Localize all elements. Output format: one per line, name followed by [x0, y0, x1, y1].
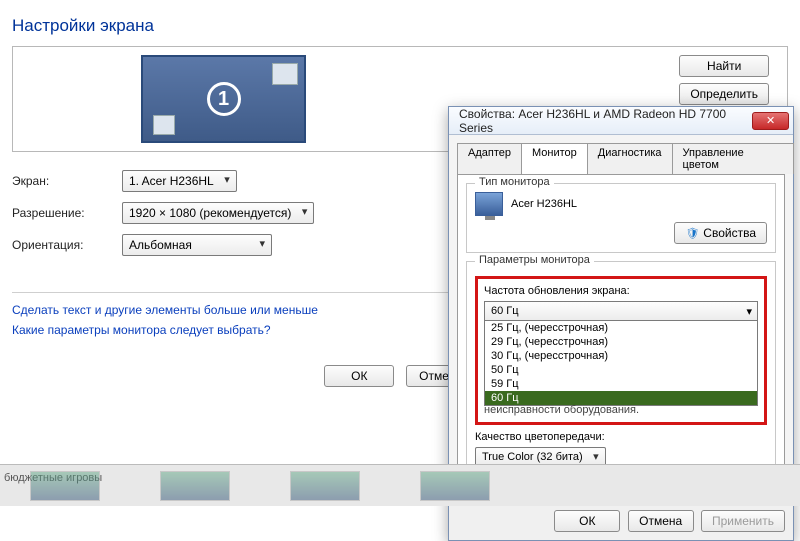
screen-select[interactable]: 1. Acer H236HL: [122, 170, 237, 192]
monitor-name: Acer H236HL: [511, 198, 577, 210]
color-quality-value: True Color (32 бита): [482, 451, 583, 463]
preview-window-icon: [272, 63, 298, 85]
resolution-label: Разрешение:: [12, 206, 122, 220]
monitor-properties-button[interactable]: 🛡 Свойства: [674, 222, 767, 244]
tab-monitor[interactable]: Монитор: [521, 143, 588, 174]
dialog-ok-button[interactable]: ОК: [554, 510, 620, 532]
close-icon[interactable]: ✕: [752, 112, 789, 130]
footer-thumb: [160, 471, 230, 501]
refresh-rate-option[interactable]: 25 Гц, (чересстрочная): [485, 321, 757, 335]
monitor-preview[interactable]: 1: [141, 55, 306, 143]
footer-thumb: [420, 471, 490, 501]
page-title: Настройки экрана: [12, 16, 800, 36]
color-quality-label: Качество цветопередачи:: [475, 431, 767, 443]
refresh-rate-value: 60 Гц: [491, 305, 519, 317]
refresh-rate-dropdown: 25 Гц, (чересстрочная) 29 Гц, (чересстро…: [484, 321, 758, 406]
monitor-icon: [475, 192, 503, 216]
tab-adapter[interactable]: Адаптер: [457, 143, 522, 174]
highlight-box: Частота обновления экрана: 60 Гц 25 Гц, …: [475, 276, 767, 425]
dialog-cancel-button[interactable]: Отмена: [628, 510, 694, 532]
refresh-rate-select[interactable]: 60 Гц: [484, 301, 758, 321]
dialog-apply-button: Применить: [701, 510, 785, 532]
identify-button[interactable]: Определить: [679, 83, 769, 105]
refresh-rate-label: Частота обновления экрана:: [484, 285, 758, 297]
refresh-rate-option[interactable]: 50 Гц: [485, 363, 757, 377]
screen-label: Экран:: [12, 174, 122, 188]
monitor-type-group: Тип монитора Acer H236HL 🛡Свойства: [466, 183, 776, 253]
tab-diagnostics[interactable]: Диагностика: [587, 143, 673, 174]
footer-thumb: [290, 471, 360, 501]
ok-button[interactable]: ОК: [324, 365, 394, 387]
monitor-params-group: Параметры монитора Частота обновления эк…: [466, 261, 776, 476]
refresh-rate-option[interactable]: 29 Гц, (чересстрочная): [485, 335, 757, 349]
hidden-text: неисправности оборудования.: [484, 404, 758, 416]
monitor-number: 1: [207, 82, 241, 116]
footer-strip: бюджетные игровы: [0, 464, 800, 506]
monitor-type-label: Тип монитора: [475, 176, 554, 188]
refresh-rate-option[interactable]: 60 Гц: [485, 391, 757, 405]
orientation-value: Альбомная: [129, 238, 192, 252]
orientation-select[interactable]: Альбомная: [122, 234, 272, 256]
shield-icon: 🛡: [685, 228, 699, 240]
resolution-select[interactable]: 1920 × 1080 (рекомендуется): [122, 202, 314, 224]
dialog-title: Свойства: Acer H236HL и AMD Radeon HD 77…: [459, 107, 752, 135]
screen-value: 1. Acer H236HL: [129, 174, 214, 188]
refresh-rate-option[interactable]: 30 Гц, (чересстрочная): [485, 349, 757, 363]
tab-color-mgmt[interactable]: Управление цветом: [672, 143, 794, 174]
refresh-rate-option[interactable]: 59 Гц: [485, 377, 757, 391]
preview-window-icon: [153, 115, 175, 135]
orientation-label: Ориентация:: [12, 238, 122, 252]
props-label: Свойства: [703, 226, 756, 240]
footer-thumb: [30, 471, 100, 501]
find-button[interactable]: Найти: [679, 55, 769, 77]
resolution-value: 1920 × 1080 (рекомендуется): [129, 206, 291, 220]
monitor-params-label: Параметры монитора: [475, 254, 594, 266]
dialog-tabs: Адаптер Монитор Диагностика Управление ц…: [457, 143, 793, 174]
